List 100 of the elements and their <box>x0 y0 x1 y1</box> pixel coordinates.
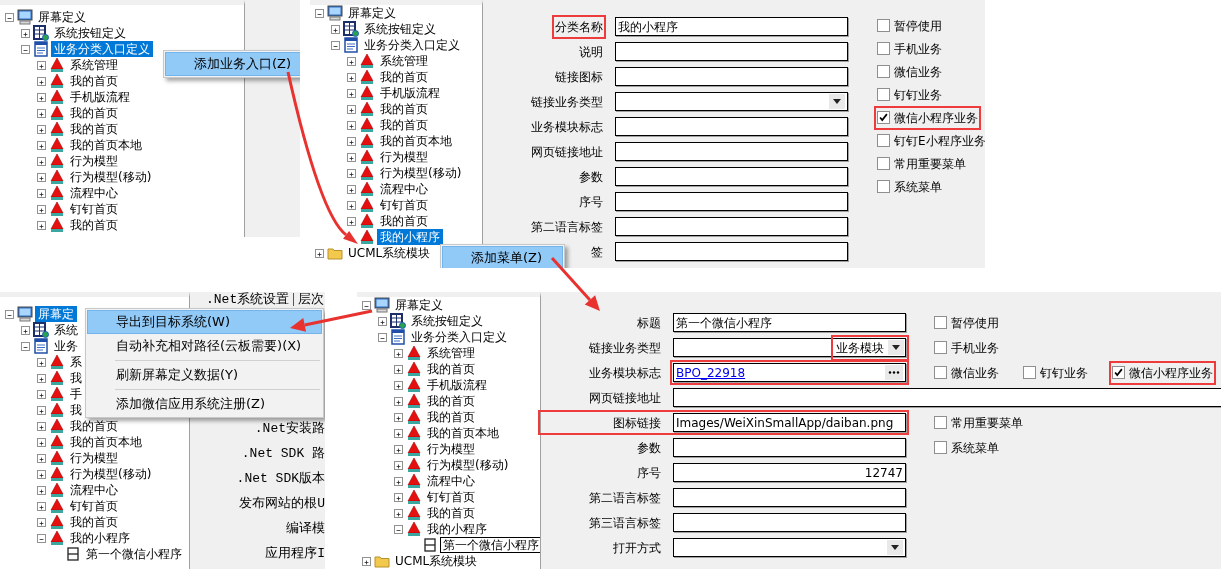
tree-item[interactable]: 我的首页 <box>424 409 478 425</box>
checkbox[interactable] <box>877 134 890 147</box>
tree-item[interactable]: 屏幕定 <box>35 306 77 322</box>
expand-icon[interactable] <box>346 200 356 210</box>
expand-icon[interactable] <box>393 444 403 454</box>
dropdown[interactable]: 业务模块 <box>673 338 906 357</box>
checkbox[interactable] <box>877 180 890 193</box>
expand-icon[interactable] <box>346 120 356 130</box>
checkbox[interactable] <box>934 316 947 329</box>
text-field[interactable]: 12747 <box>673 463 906 482</box>
expand-icon[interactable] <box>36 156 46 166</box>
expand-icon[interactable] <box>330 24 340 34</box>
tree-item[interactable]: 流程中心 <box>67 482 121 498</box>
dropdown[interactable] <box>673 538 906 557</box>
tree-item[interactable]: 行为模型(移动) <box>67 169 155 185</box>
collapse-icon[interactable] <box>20 44 30 54</box>
expand-icon[interactable] <box>361 556 371 566</box>
expand-icon[interactable] <box>393 348 403 358</box>
tree-item[interactable]: 钉钉首页 <box>67 498 121 514</box>
expand-icon[interactable] <box>36 389 46 399</box>
text-field[interactable] <box>673 488 906 507</box>
expand-icon[interactable] <box>393 364 403 374</box>
tree-item[interactable]: 我的小程序 <box>67 530 133 546</box>
tree-item[interactable]: 我的首页本地 <box>377 133 455 149</box>
tree-item[interactable]: 屏幕定义 <box>392 297 446 313</box>
tree-item[interactable]: 第一个微信小程序 <box>440 537 540 553</box>
menu-item[interactable]: 自动补充相对路径(云板需要)(X) <box>87 334 323 358</box>
expand-icon[interactable] <box>36 421 46 431</box>
expand-icon[interactable] <box>377 316 387 326</box>
tree-item[interactable]: 系 <box>67 354 85 370</box>
tab[interactable]: 层次 <box>294 292 325 306</box>
menu-item[interactable]: 刷新屏幕定义数据(Y) <box>87 363 323 387</box>
tree-item[interactable]: 我的首页 <box>377 213 431 229</box>
text-field[interactable] <box>615 42 848 61</box>
checkbox[interactable] <box>934 366 947 379</box>
text-field[interactable] <box>673 388 1221 407</box>
expand-icon[interactable] <box>314 248 324 258</box>
tree-item[interactable]: 钉钉首页 <box>377 197 431 213</box>
expand-icon[interactable] <box>36 501 46 511</box>
expand-icon[interactable] <box>36 469 46 479</box>
tree-item[interactable]: 我的首页 <box>377 101 431 117</box>
collapse-icon[interactable] <box>4 309 14 319</box>
ellipsis-button[interactable] <box>885 365 903 380</box>
tree-item[interactable]: 我的小程序 <box>377 229 443 245</box>
text-field[interactable] <box>615 192 848 211</box>
lookup-field[interactable]: BPO_22918 <box>673 363 906 382</box>
expand-icon[interactable] <box>346 216 356 226</box>
expand-icon[interactable] <box>36 108 46 118</box>
tree-item[interactable]: 我的首页 <box>424 505 478 521</box>
tree-item[interactable]: 手机版流程 <box>377 85 443 101</box>
expand-icon[interactable] <box>36 220 46 230</box>
expand-icon[interactable] <box>36 485 46 495</box>
expand-icon[interactable] <box>36 405 46 415</box>
checkbox[interactable] <box>934 441 947 454</box>
checkbox[interactable] <box>877 19 890 32</box>
checkbox[interactable] <box>1112 366 1125 379</box>
tree-item[interactable]: 第一个微信小程序 <box>83 546 185 562</box>
collapse-icon[interactable] <box>36 533 46 543</box>
expand-icon[interactable] <box>346 88 356 98</box>
tree-item[interactable]: UCML系统模块 <box>345 245 434 261</box>
expand-icon[interactable] <box>36 92 46 102</box>
expand-icon[interactable] <box>36 373 46 383</box>
text-field[interactable] <box>615 167 848 186</box>
tree-item[interactable]: 行为模型(移动) <box>377 165 465 181</box>
collapse-icon[interactable] <box>4 12 14 22</box>
text-field[interactable] <box>673 513 906 532</box>
text-field[interactable]: Images/WeiXinSmallApp/daiban.png <box>673 413 906 432</box>
tree-item[interactable]: 行为模型 <box>67 450 121 466</box>
text-field[interactable] <box>615 117 848 136</box>
tree-item[interactable]: 流程中心 <box>67 185 121 201</box>
tree-item[interactable]: 流程中心 <box>424 473 478 489</box>
tree-item[interactable]: 我的首页本地 <box>67 434 145 450</box>
expand-icon[interactable] <box>393 476 403 486</box>
checkbox[interactable] <box>934 341 947 354</box>
tree-item[interactable]: UCML系统模块 <box>392 553 481 569</box>
checkbox[interactable] <box>934 416 947 429</box>
tree-item[interactable]: 我的首页本地 <box>67 137 145 153</box>
tree-item[interactable]: 屏幕定义 <box>345 5 399 21</box>
expand-icon[interactable] <box>346 168 356 178</box>
dropdown[interactable] <box>615 92 848 111</box>
tree-item[interactable]: 行为模型(移动) <box>424 457 512 473</box>
link[interactable]: BPO_22918 <box>676 363 746 382</box>
tree-item[interactable]: 系统管理 <box>424 345 478 361</box>
expand-icon[interactable] <box>36 517 46 527</box>
tree-item[interactable]: 手机版流程 <box>424 377 490 393</box>
tree-item[interactable]: 行为模型 <box>424 441 478 457</box>
expand-icon[interactable] <box>346 72 356 82</box>
tree-item[interactable]: 业务分类入口定义 <box>51 41 153 57</box>
tree-item[interactable]: 我的首页 <box>377 117 431 133</box>
tree-item[interactable]: 我 <box>67 370 85 386</box>
tree-item[interactable]: 系统按钮定义 <box>361 21 439 37</box>
expand-icon[interactable] <box>36 357 46 367</box>
tree-item[interactable]: 系统按钮定义 <box>51 25 129 41</box>
tree-item[interactable]: 业务分类入口定义 <box>408 329 510 345</box>
expand-icon[interactable] <box>36 76 46 86</box>
text-field[interactable]: 第一个微信小程序 <box>673 313 906 332</box>
collapse-icon[interactable] <box>361 300 371 310</box>
collapse-icon[interactable] <box>314 8 324 18</box>
tree-item[interactable]: 业务分类入口定义 <box>361 37 463 53</box>
expand-icon[interactable] <box>393 428 403 438</box>
